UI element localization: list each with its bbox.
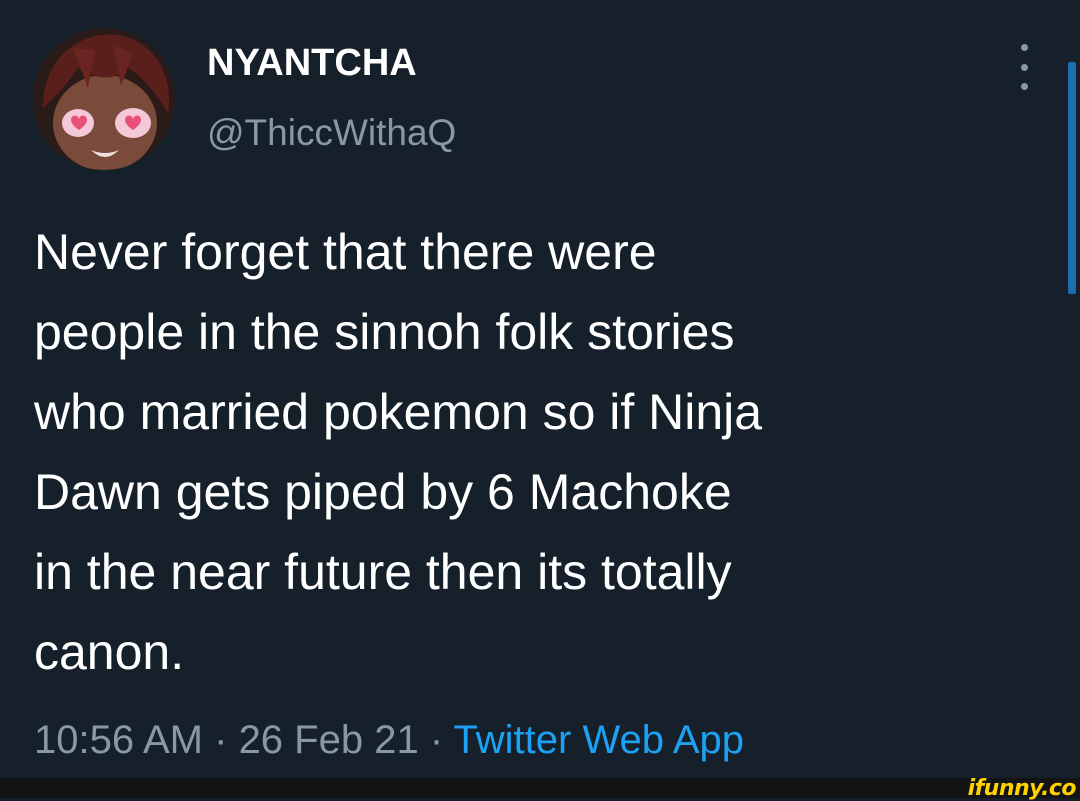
tweet-line: Dawn gets piped by 6 Machoke — [34, 464, 732, 520]
more-options-button[interactable] — [1012, 44, 1036, 90]
display-name[interactable]: NYANTCHA — [207, 42, 417, 85]
watermark-bar — [0, 778, 1080, 798]
more-dot — [1020, 63, 1028, 71]
tweet-card: NYANTCHA @ThiccWithaQ Never forget that … — [0, 0, 1080, 778]
tweet-time[interactable]: 10:56 AM — [34, 718, 203, 762]
meta-separator: · — [203, 718, 239, 762]
more-dot — [1020, 83, 1028, 90]
user-handle[interactable]: @ThiccWithaQ — [207, 112, 456, 154]
anime-avatar-icon — [33, 28, 175, 170]
scrollbar[interactable] — [1068, 62, 1076, 294]
meta-separator: · — [418, 718, 454, 762]
tweet-source-link[interactable]: Twitter Web App — [454, 718, 745, 762]
tweet-date[interactable]: 26 Feb 21 — [239, 718, 419, 762]
tweet-meta: 10:56 AM · 26 Feb 21 · Twitter Web App — [34, 718, 744, 763]
tweet-line: canon. — [34, 624, 185, 680]
tweet-line: Never forget that there were — [34, 224, 657, 280]
more-vertical-icon — [1020, 44, 1028, 51]
tweet-line: who married pokemon so if Ninja — [34, 384, 763, 440]
tweet-line: in the near future then its totally — [34, 544, 732, 600]
avatar[interactable] — [33, 28, 175, 170]
tweet-line: people in the sinnoh folk stories — [34, 304, 735, 360]
ifunny-watermark: ifunny.co — [967, 776, 1077, 801]
tweet-text: Never forget that there were people in t… — [34, 212, 1044, 692]
